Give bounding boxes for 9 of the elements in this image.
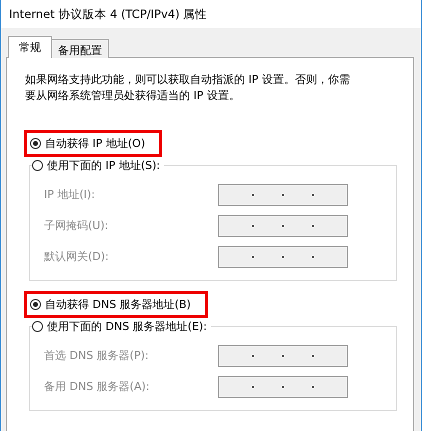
tab[interactable]: 备用配置	[51, 39, 109, 58]
field-label: 首选 DNS 服务器(P):	[44, 348, 149, 363]
field-label: IP 地址(I):	[44, 187, 95, 202]
window-title: Internet 协议版本 4 (TCP/IPv4) 属性	[9, 6, 208, 22]
tab[interactable]: 常规	[8, 36, 52, 58]
field-label: 默认网关(D):	[44, 249, 109, 264]
field-label: 子网掩码(U):	[44, 218, 108, 233]
description-text: 如果网络支持此功能，则可以获取自动指派的 IP 设置。否则，你需要从网络系统管理员处获得适当的 IP 设置。	[25, 72, 351, 104]
field-label: 备用 DNS 服务器(A):	[44, 379, 150, 394]
